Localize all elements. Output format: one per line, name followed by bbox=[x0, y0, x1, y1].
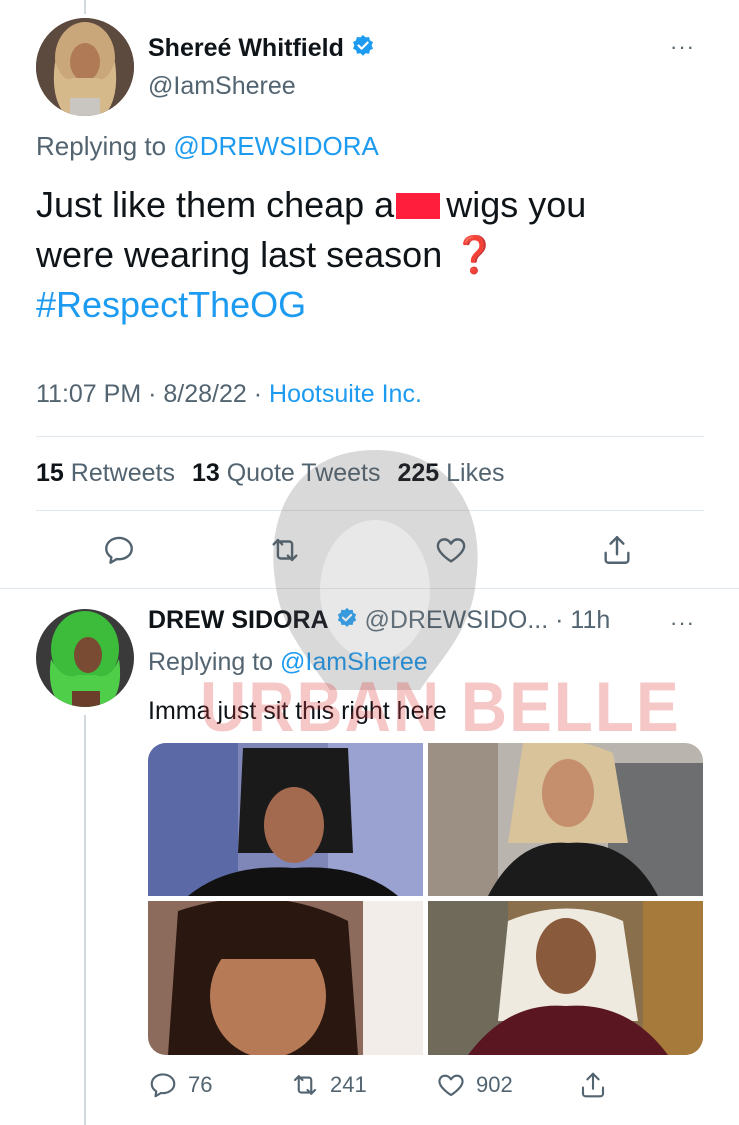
main-display-name[interactable]: Shereé Whitfield bbox=[148, 34, 375, 65]
question-emoji: ❓ bbox=[452, 234, 498, 275]
reply-handle-time[interactable]: @DREWSIDO... · 11h bbox=[364, 606, 610, 634]
verified-badge-icon bbox=[336, 607, 358, 636]
reply-action-retweets[interactable]: 241 bbox=[290, 1070, 367, 1100]
reply-display-name[interactable]: DREW SIDORA bbox=[148, 606, 329, 634]
like-icon bbox=[436, 1070, 466, 1100]
reply-count: 76 bbox=[188, 1072, 213, 1097]
more-options-icon[interactable]: ··· bbox=[670, 610, 695, 636]
like-icon[interactable] bbox=[434, 533, 468, 567]
separator: · bbox=[148, 380, 157, 408]
tweet-time[interactable]: 11:07 PM bbox=[36, 380, 141, 408]
separator: · bbox=[253, 380, 263, 408]
tweet-text-part: wigs you bbox=[446, 184, 587, 225]
reply-action-likes[interactable]: 902 bbox=[436, 1070, 513, 1100]
media-grid[interactable] bbox=[148, 743, 703, 1055]
retweet-icon bbox=[290, 1070, 320, 1100]
tweet-date[interactable]: 8/28/22 bbox=[163, 380, 246, 408]
main-tweet-text: Just like them cheap a wigs you were wear… bbox=[36, 180, 716, 330]
retweet-icon[interactable] bbox=[268, 533, 302, 567]
share-icon[interactable] bbox=[600, 533, 634, 567]
divider bbox=[36, 436, 704, 437]
replying-to-link[interactable]: @DREWSIDORA bbox=[173, 131, 379, 161]
reply-tweet-text: Imma just sit this right here bbox=[148, 697, 447, 725]
verified-badge-icon bbox=[351, 34, 375, 65]
reply-action-replies[interactable]: 76 bbox=[148, 1070, 212, 1100]
tweet-text-part: were wearing last season bbox=[36, 234, 443, 275]
tweet-stats: 15 Retweets 13 Quote Tweets 225 Likes bbox=[36, 459, 505, 488]
replying-prefix: Replying to bbox=[148, 648, 274, 676]
main-replying-to: Replying to @DREWSIDORA bbox=[36, 131, 379, 162]
avatar-drew-sidora[interactable] bbox=[36, 609, 134, 707]
reply-header: DREW SIDORA @DREWSIDO... · 11h bbox=[148, 606, 610, 636]
divider bbox=[36, 510, 704, 511]
media-photo-1[interactable] bbox=[148, 743, 423, 896]
media-photo-2[interactable] bbox=[428, 743, 703, 896]
like-count: 902 bbox=[476, 1072, 513, 1097]
thread-line-top bbox=[84, 0, 86, 14]
quote-tweets-stat[interactable]: 13 Quote Tweets bbox=[192, 459, 381, 487]
more-options-icon[interactable]: ··· bbox=[670, 34, 695, 60]
tweet-timestamp: 11:07 PM · 8/28/22 · Hootsuite Inc. bbox=[36, 380, 422, 409]
reply-replying-to: Replying to @IamSheree bbox=[148, 648, 428, 677]
replying-to-link[interactable]: @IamSheree bbox=[280, 648, 428, 676]
tweet-source-link[interactable]: Hootsuite Inc. bbox=[269, 380, 422, 408]
tweet-text-part: Just like them cheap a bbox=[36, 184, 395, 225]
main-handle[interactable]: @IamSheree bbox=[148, 72, 296, 101]
avatar-sheree[interactable] bbox=[36, 18, 134, 116]
replying-prefix: Replying to bbox=[36, 131, 167, 161]
censor-block bbox=[396, 193, 441, 219]
hashtag-link[interactable]: #RespectTheOG bbox=[36, 280, 716, 330]
retweets-stat[interactable]: 15 Retweets bbox=[36, 459, 175, 487]
thread-line-bottom bbox=[84, 715, 86, 1125]
reply-icon[interactable] bbox=[102, 533, 136, 567]
media-photo-4[interactable] bbox=[428, 901, 703, 1055]
share-icon[interactable] bbox=[578, 1070, 608, 1100]
reply-icon bbox=[148, 1070, 178, 1100]
media-photo-3[interactable] bbox=[148, 901, 423, 1055]
retweet-count: 241 bbox=[330, 1072, 367, 1097]
likes-stat[interactable]: 225 Likes bbox=[397, 459, 504, 487]
section-divider bbox=[0, 588, 739, 589]
